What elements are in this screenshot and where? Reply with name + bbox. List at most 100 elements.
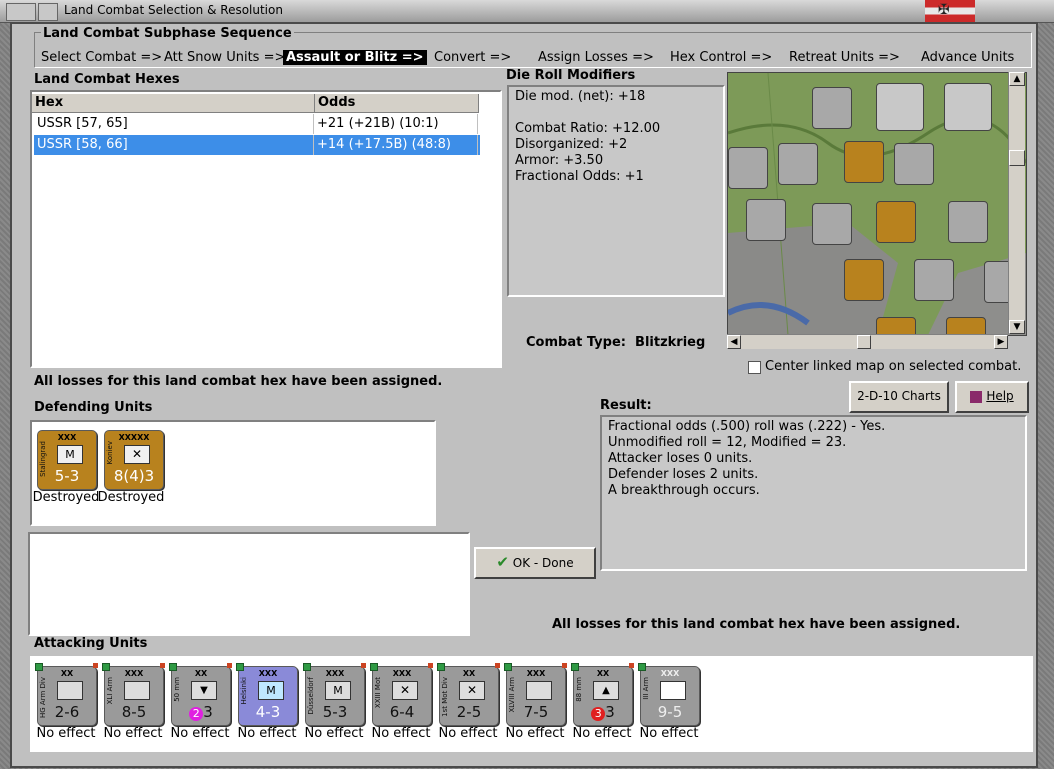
map-unit-counter[interactable] — [812, 203, 852, 245]
scroll-up-icon[interactable]: ▲ — [1009, 72, 1025, 86]
center-map-checkbox-label[interactable]: Center linked map on selected combat. — [765, 359, 1021, 374]
seq-step-assign-losses: Assign Losses => — [538, 50, 654, 65]
unit-name: Helsinki — [240, 677, 248, 705]
map-unit-counter[interactable] — [844, 141, 884, 183]
unit-strength: 5-3 — [322, 703, 348, 721]
unit-strength: 8(4)3 — [113, 467, 155, 485]
unit-strength-row: 23 — [172, 703, 230, 721]
unit-strength: 2-5 — [456, 703, 482, 721]
charts-button[interactable]: 2-D-10 Charts — [849, 381, 949, 413]
ok-done-button[interactable]: ✔ OK - Done — [474, 547, 596, 579]
table-row-selected[interactable]: USSR [58, 66] +14 (+17.5B) (48:8) — [34, 135, 480, 155]
iron-cross-icon: ✠ — [938, 2, 950, 18]
map-unit-counter[interactable] — [876, 201, 916, 243]
help-button-label: Help — [986, 389, 1014, 403]
map-unit-counter[interactable] — [948, 201, 988, 243]
unit-marker — [428, 663, 433, 668]
odds-cell: +21 (+21B) (10:1) — [314, 114, 478, 134]
map-unit-counter[interactable] — [728, 147, 768, 189]
map-unit-counter[interactable] — [914, 259, 954, 301]
attacking-unit-counter[interactable]: XXX XXIII Mot ✕ 6-4 — [370, 663, 433, 726]
map-horizontal-scrollbar[interactable]: ◀ ▶ — [727, 334, 1008, 349]
map-unit-counter[interactable] — [812, 87, 852, 129]
drm-line: Armor: +3.50 — [515, 153, 604, 168]
attacking-unit-status: No effect — [438, 726, 498, 741]
defending-unit-counter[interactable]: XXX Stalingrad M 5-3 — [37, 430, 97, 490]
result-line: Defender loses 2 units. — [608, 467, 759, 482]
armor-symbol-icon — [57, 681, 83, 700]
drm-line: Fractional Odds: +1 — [515, 169, 644, 184]
map-unit-counter[interactable] — [894, 143, 934, 185]
seq-step-assault-or-blitz: Assault or Blitz => — [283, 50, 427, 65]
map-unit-counter[interactable] — [844, 259, 884, 301]
scroll-down-icon[interactable]: ▼ — [1009, 320, 1025, 334]
attacking-unit-counter[interactable]: XXX XLVIII Arm 7-5 — [504, 663, 567, 726]
scroll-thumb[interactable] — [1009, 150, 1025, 166]
odds-cell: +14 (+17.5B) (48:8) — [314, 135, 478, 155]
unit-strength-row: 33 — [574, 703, 632, 721]
attacking-unit-counter[interactable]: XX HG Arm Div 2-6 — [35, 663, 98, 726]
armor-symbol-icon — [124, 681, 150, 700]
mechanized-symbol-icon: M — [325, 681, 351, 700]
scroll-thumb[interactable] — [857, 335, 871, 349]
unit-name: XLI Arm — [106, 677, 114, 705]
unit-badge: 2 — [189, 707, 204, 721]
column-header-odds[interactable]: Odds — [315, 94, 479, 113]
attacking-unit-status: No effect — [639, 726, 699, 741]
attacking-unit-counter[interactable]: XXX III Arm 9-5 — [638, 663, 700, 726]
attacking-unit-counter[interactable]: XX 1st Mot Div ✕ 2-5 — [437, 663, 500, 726]
linked-map[interactable] — [727, 72, 1027, 336]
attacking-unit-counter[interactable]: XX 88 mm ▲ 33 — [571, 663, 634, 726]
map-aircraft-counter[interactable] — [944, 83, 992, 131]
attacking-unit-counter[interactable]: XX 50 mm ▼ 23 — [169, 663, 232, 726]
armor-symbol-icon — [660, 681, 686, 700]
unit-strength: 3 — [605, 703, 615, 721]
seq-step-retreat-units: Retreat Units => — [789, 50, 900, 65]
scroll-right-icon[interactable]: ▶ — [994, 335, 1008, 349]
seq-step-hex-control: Hex Control => — [670, 50, 773, 65]
unit-marker — [160, 663, 165, 668]
help-button[interactable]: Help — [955, 381, 1029, 413]
motorized-infantry-symbol-icon: ✕ — [392, 681, 418, 700]
land-combat-hexes-table[interactable]: Hex Odds USSR [57, 65] +21 (+21B) (10:1)… — [30, 90, 502, 368]
combat-type: Combat Type: Blitzkrieg — [526, 335, 705, 350]
map-aircraft-counter[interactable] — [876, 83, 924, 131]
subphase-sequence-title: Land Combat Subphase Sequence — [41, 26, 294, 41]
unit-strength: 8-5 — [121, 703, 147, 721]
system-menu-icon[interactable] — [6, 3, 36, 21]
attacking-unit-counter[interactable]: XXX Helsinki M 4-3 — [236, 663, 298, 726]
seq-step-att-snow-units: Att Snow Units => — [164, 50, 286, 65]
checkmark-icon: ✔ — [496, 553, 509, 571]
restore-icon[interactable] — [38, 3, 58, 21]
seq-step-convert: Convert => — [434, 50, 512, 65]
seq-step-select-combat: Select Combat => — [41, 50, 163, 65]
center-map-checkbox[interactable] — [748, 361, 761, 374]
unit-name: 88 mm — [575, 677, 583, 702]
attacking-unit-status: No effect — [170, 726, 230, 741]
combat-type-label: Combat Type: — [526, 335, 626, 350]
drm-line: Combat Ratio: +12.00 — [515, 121, 661, 136]
seq-step-advance-units: Advance Units — [921, 50, 1015, 65]
attacking-unit-counter[interactable]: XXX Düsseldorf M 5-3 — [303, 663, 366, 726]
map-unit-counter[interactable] — [778, 143, 818, 185]
attacking-unit-status: No effect — [304, 726, 364, 741]
scroll-left-icon[interactable]: ◀ — [727, 335, 741, 349]
attacking-unit-counter[interactable]: XXX XLI Arm 8-5 — [102, 663, 165, 726]
defending-unit-counter[interactable]: XXXXX Koniev ✕ 8(4)3 — [104, 430, 164, 490]
defending-units-title: Defending Units — [34, 400, 153, 415]
map-unit-counter[interactable] — [746, 199, 786, 241]
unit-strength: 4-3 — [255, 703, 281, 721]
unit-strength: 3 — [203, 703, 213, 721]
infantry-symbol-icon: ✕ — [124, 445, 150, 464]
mechanized-symbol-icon: M — [258, 681, 284, 700]
map-vertical-scrollbar[interactable]: ▲ ▼ — [1008, 72, 1025, 334]
column-header-hex[interactable]: Hex — [32, 94, 315, 113]
unit-name: 50 mm — [173, 677, 181, 702]
unit-strength: 7-5 — [523, 703, 549, 721]
motorized-infantry-symbol-icon: ✕ — [459, 681, 485, 700]
help-book-icon — [970, 390, 983, 403]
drm-line: Die mod. (net): +18 — [515, 89, 646, 104]
attacking-unit-status: No effect — [36, 726, 96, 741]
table-row[interactable]: USSR [57, 65] +21 (+21B) (10:1) — [34, 114, 480, 134]
unit-strength: 9-5 — [657, 703, 683, 721]
